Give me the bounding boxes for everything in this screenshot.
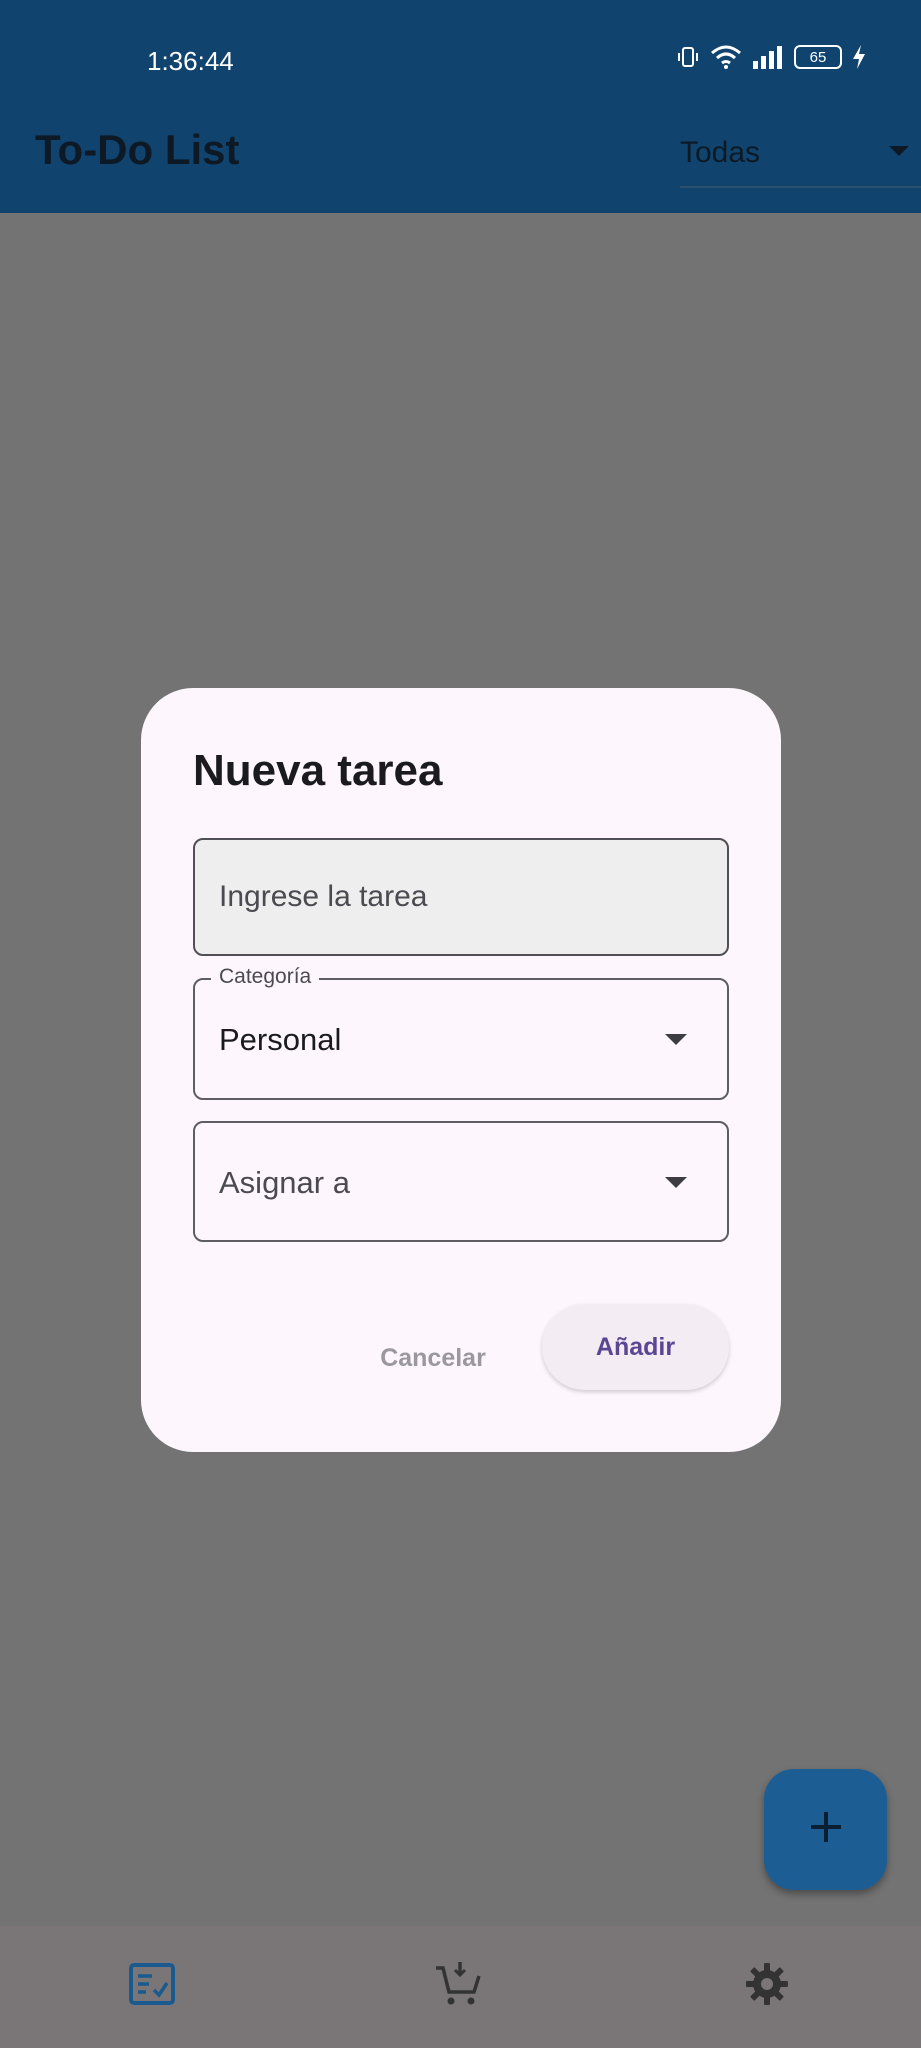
assign-to-dropdown[interactable]: Asignar a — [193, 1121, 729, 1242]
status-time: 1:36:44 — [147, 46, 234, 76]
task-input[interactable] — [195, 840, 727, 954]
chevron-down-icon — [665, 1177, 687, 1188]
charging-icon — [852, 45, 866, 69]
nav-item-shopping[interactable] — [428, 1956, 488, 2016]
category-value: Personal — [219, 1022, 342, 1057]
app-title: To-Do List — [35, 126, 240, 173]
nav-item-settings[interactable] — [737, 1956, 797, 2016]
wifi-icon — [710, 44, 742, 70]
filter-value: Todas — [680, 136, 761, 169]
task-input-container — [193, 838, 729, 956]
category-dropdown[interactable]: Categoría Personal — [193, 965, 729, 1100]
assign-placeholder: Asignar a — [219, 1165, 350, 1200]
category-filter-dropdown[interactable]: Todas — [680, 126, 921, 188]
category-label: Categoría — [211, 965, 320, 989]
chevron-down-icon — [665, 1034, 687, 1045]
gear-icon — [745, 1962, 789, 2011]
vibrate-icon — [676, 45, 700, 69]
add-task-fab[interactable] — [764, 1769, 887, 1890]
new-task-dialog: Nueva tarea Categoría Personal Asignar a… — [141, 688, 781, 1452]
battery-icon: 65 — [794, 45, 842, 69]
chevron-down-icon — [889, 146, 909, 156]
signal-icon — [752, 45, 784, 69]
add-button[interactable]: Añadir — [542, 1304, 729, 1390]
app-bar: 1:36:44 65 To-Do List Todas — [0, 0, 921, 213]
dialog-title: Nueva tarea — [193, 746, 443, 795]
nav-item-tasks[interactable] — [122, 1956, 182, 2016]
bottom-navigation — [0, 1926, 921, 2048]
cancel-button[interactable]: Cancelar — [367, 1328, 499, 1388]
status-icons: 65 — [676, 44, 866, 70]
shopping-cart-icon — [434, 1960, 482, 2013]
task-list-icon — [129, 1962, 175, 2010]
plus-icon — [809, 1810, 843, 1849]
